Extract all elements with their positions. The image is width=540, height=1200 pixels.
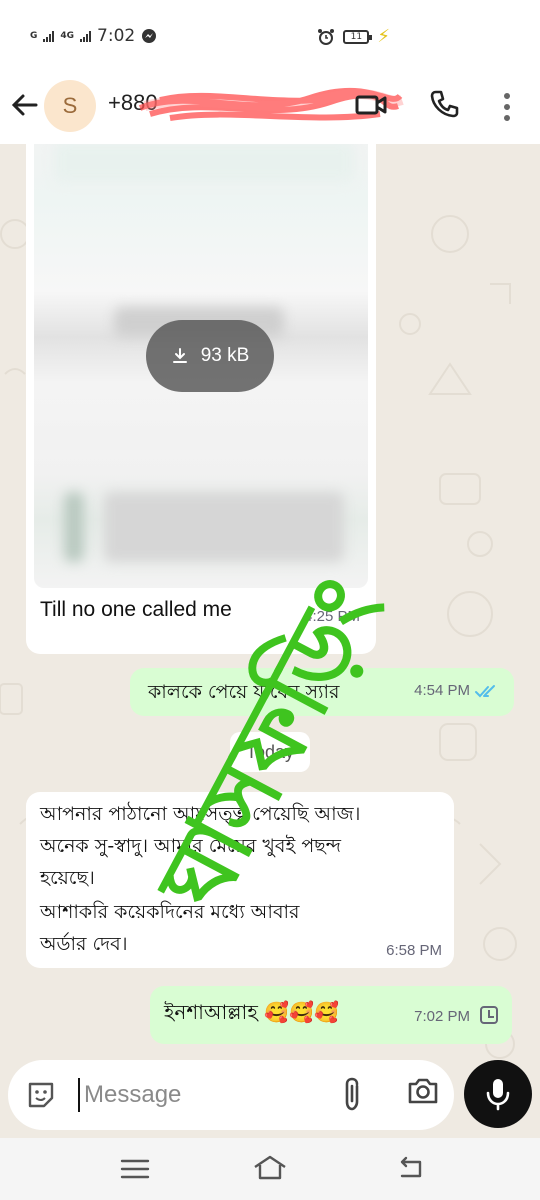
microphone-icon <box>486 1079 510 1111</box>
system-nav-bar <box>0 1138 540 1200</box>
sticker-icon[interactable] <box>26 1080 56 1110</box>
read-ticks-icon <box>475 685 495 698</box>
message-time: 4:54 PM <box>414 682 470 699</box>
download-icon <box>172 348 187 363</box>
video-call-icon[interactable] <box>354 88 388 122</box>
avatar[interactable]: S <box>44 80 96 132</box>
status-right: 11 ⚡ <box>317 26 390 47</box>
text-cursor <box>78 1078 80 1112</box>
file-size: 93 kB <box>200 345 250 366</box>
signal-icon <box>43 30 55 42</box>
image-caption: Till no one called me <box>40 598 232 621</box>
message-line: হয়েছে। <box>40 867 95 889</box>
download-button[interactable]: 93 kB <box>146 320 274 392</box>
arrow-left-icon[interactable] <box>10 90 40 120</box>
message-text: ইনশাআল্লাহ 🥰🥰🥰 <box>164 1000 339 1024</box>
alarm-icon <box>318 28 335 45</box>
status-left: G 4G 7:02 <box>30 26 157 46</box>
paperclip-icon[interactable] <box>340 1076 364 1112</box>
status-time: 7:02 <box>97 26 136 46</box>
message-line: অর্ডার দেব। <box>40 933 128 955</box>
message-composer <box>8 1060 454 1130</box>
phone-icon[interactable] <box>428 88 460 120</box>
back-nav-icon[interactable] <box>396 1156 426 1180</box>
signal-icon-2 <box>80 30 92 42</box>
charging-icon: ⚡ <box>377 26 390 47</box>
messenger-icon <box>142 29 157 43</box>
outgoing-message[interactable]: ইনশাআল্লাহ 🥰🥰🥰 7:02 PM <box>150 986 512 1044</box>
blurred-image-preview[interactable]: 93 kB <box>34 144 368 588</box>
message-input[interactable] <box>84 1078 324 1112</box>
message-time: 7:02 PM <box>414 1008 470 1025</box>
chat-header: S +880 <box>0 72 540 144</box>
status-bar: G 4G 7:02 11 ⚡ <box>0 0 540 72</box>
message-time: 6:58 PM <box>386 942 442 959</box>
more-vertical-icon[interactable] <box>500 90 514 124</box>
battery-icon: 11 <box>343 29 373 44</box>
chat-area[interactable]: 93 kB Till no one called me 4:25 PM কালক… <box>0 144 540 1064</box>
microphone-button[interactable] <box>464 1060 532 1128</box>
home-icon[interactable] <box>252 1154 288 1180</box>
network-type-2: 4G <box>60 30 75 41</box>
camera-icon[interactable] <box>406 1074 440 1108</box>
menu-icon[interactable] <box>120 1158 150 1180</box>
pending-clock-icon <box>480 1006 498 1024</box>
network-type-1: G <box>30 30 38 41</box>
